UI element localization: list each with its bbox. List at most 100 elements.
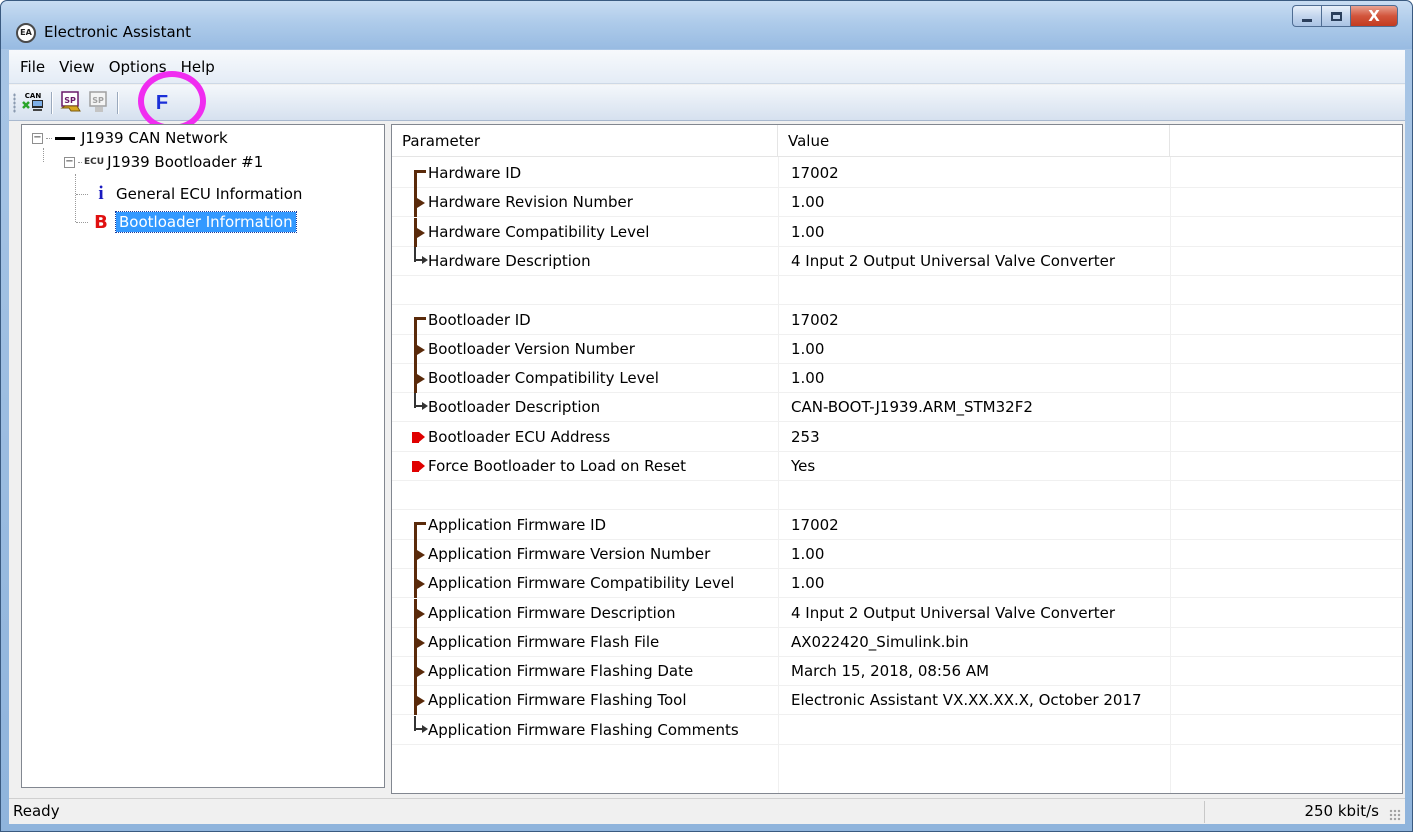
table-row[interactable]: Application Firmware Flashing Comments [392,715,1402,745]
parameter-cell: Bootloader ID [402,306,784,335]
table-row[interactable]: Hardware Revision Number 1.00 [392,188,1402,218]
collapse-icon[interactable]: − [64,156,75,168]
value-cell[interactable]: 253 [787,423,1167,452]
maximize-icon [1330,11,1342,21]
parameter-cell: Force Bootloader to Load on Reset [402,452,784,481]
table-row[interactable]: Application Firmware Flashing Date March … [392,657,1402,687]
caption-buttons: X [1292,5,1398,29]
menu-file[interactable]: File [13,58,52,76]
group-end-icon [410,715,428,745]
group-item-icon [410,627,428,657]
status-text: Ready [13,802,60,820]
value-cell: 4 Input 2 Output Universal Valve Convert… [791,251,1116,270]
column-header-empty[interactable] [1170,125,1402,157]
value-cell: 1.00 [791,574,825,593]
status-divider [1204,801,1205,823]
table-row[interactable]: Bootloader Compatibility Level 1.00 [392,364,1402,394]
table-row[interactable]: Hardware ID 17002 [392,159,1402,188]
table-row[interactable]: Bootloader ID 17002 [392,306,1402,335]
setpoint-load-icon: SP [89,91,107,112]
setpoint-load-button[interactable]: SP [87,90,111,114]
parameter-cell: Hardware Compatibility Level [402,217,784,247]
tree-node-bootloader-info[interactable]: B Bootloader Information [76,209,297,235]
parameter-name: Bootloader ID [428,310,531,329]
resize-grip[interactable] [1389,809,1401,821]
parameter-cell: Hardware Revision Number [402,188,784,218]
toolbar: CAN SP SP F [9,71,1405,131]
table-row[interactable]: Application Firmware ID 17002 [392,511,1402,540]
table-row[interactable]: Hardware Description 4 Input 2 Output Uni… [392,246,1402,276]
parameter-cell: Application Firmware Description [402,598,784,628]
column-header-parameter[interactable]: Parameter [392,125,778,157]
value-cell [787,276,1167,305]
parameter-name: Hardware ID [428,164,522,182]
parameter-name: Application Firmware Description [428,603,676,622]
group-end-icon [410,246,428,276]
table-row[interactable]: Application Firmware Flash File AX022420_… [392,627,1402,657]
table-row[interactable]: Application Firmware Version Number 1.00 [392,539,1402,569]
table-row[interactable] [392,481,1402,511]
close-icon: X [1368,7,1380,25]
table-row[interactable]: Bootloader ECU Address 253 [392,423,1402,452]
parameter-name: Bootloader ECU Address [428,427,611,446]
menu-bar: File View Options Help [9,50,1405,84]
setpoint-save-button[interactable]: SP [59,90,83,114]
tree-connector [46,137,52,139]
value-cell: 1.00 [791,369,825,388]
value-cell[interactable]: Yes [787,452,1167,481]
parameter-cell: Application Firmware Flashing Tool [402,686,784,716]
table-row[interactable] [392,276,1402,306]
parameter-cell: Application Firmware ID [402,511,784,540]
tree-node-label: J1939 CAN Network [81,129,228,147]
parameter-list[interactable]: Parameter Value Hardware ID 17002 Hardware… [391,124,1403,794]
parameter-name: Bootloader Compatibility Level [428,369,659,388]
minimize-button[interactable] [1292,5,1321,27]
table-row[interactable]: Application Firmware Flashing Tool Electr… [392,686,1402,716]
tree-node-network[interactable]: − J1939 CAN Network [32,125,228,151]
column-header-value[interactable]: Value [778,125,1170,157]
value-cell: 1.00 [791,339,825,358]
parameter-cell: Hardware Description [402,246,784,276]
table-row[interactable]: Application Firmware Compatibility Level… [392,569,1402,599]
list-header: Parameter Value [392,125,1402,157]
group-item-icon [410,364,428,394]
app-icon[interactable]: EA [16,23,36,43]
highlight-circle [138,71,206,131]
collapse-icon[interactable]: − [32,132,43,144]
app-window: EA Electronic Assistant X File View Opti… [0,0,1413,832]
maximize-button[interactable] [1321,5,1350,27]
tree-node-ecu[interactable]: − ECU J1939 Bootloader #1 [64,149,263,175]
tree-node-label: J1939 Bootloader #1 [107,153,264,171]
parameter-name: Hardware Description [428,251,591,270]
parameter-cell: Application Firmware Flash File [402,627,784,657]
table-row[interactable]: Application Firmware Description 4 Input … [392,598,1402,628]
parameter-name: Application Firmware Flashing Comments [428,720,739,739]
parameter-cell: Bootloader Description [402,393,784,422]
value-cell: 4 Input 2 Output Universal Valve Convert… [791,603,1116,622]
table-row[interactable]: Force Bootloader to Load on Reset Yes [392,452,1402,481]
table-row[interactable]: Bootloader Version Number 1.00 [392,334,1402,364]
menu-view[interactable]: View [52,58,102,76]
toolbar-grip[interactable] [13,93,16,113]
group-item-icon [410,686,428,716]
toolbar-separator [117,92,118,114]
value-cell: 1.00 [791,544,825,563]
can-connect-button[interactable]: CAN [21,90,45,114]
ecu-icon: ECU [84,157,105,167]
table-row[interactable]: Hardware Compatibility Level 1.00 [392,217,1402,247]
title-bar[interactable]: EA Electronic Assistant X [1,1,1412,49]
parameter-cell: Application Firmware Compatibility Level [402,569,784,599]
group-start-icon [410,159,428,188]
parameter-name: Force Bootloader to Load on Reset [428,457,687,475]
tree-view[interactable]: − J1939 CAN Network − ECU J1939 Bootload… [21,124,385,788]
value-cell: March 15, 2018, 08:56 AM [791,662,990,681]
svg-text:CAN: CAN [25,92,42,100]
toolbar-separator [51,92,52,114]
tree-node-general-ecu-info[interactable]: i General ECU Information [76,181,302,207]
tree-node-label: General ECU Information [116,185,303,203]
table-row[interactable]: Bootloader Description CAN-BOOT-J1939.ARM… [392,393,1402,423]
close-button[interactable]: X [1350,5,1398,27]
value-cell: Electronic Assistant VX.XX.XX.X, October… [791,691,1142,710]
tree-connector [78,161,82,163]
group-item-icon [410,569,428,599]
